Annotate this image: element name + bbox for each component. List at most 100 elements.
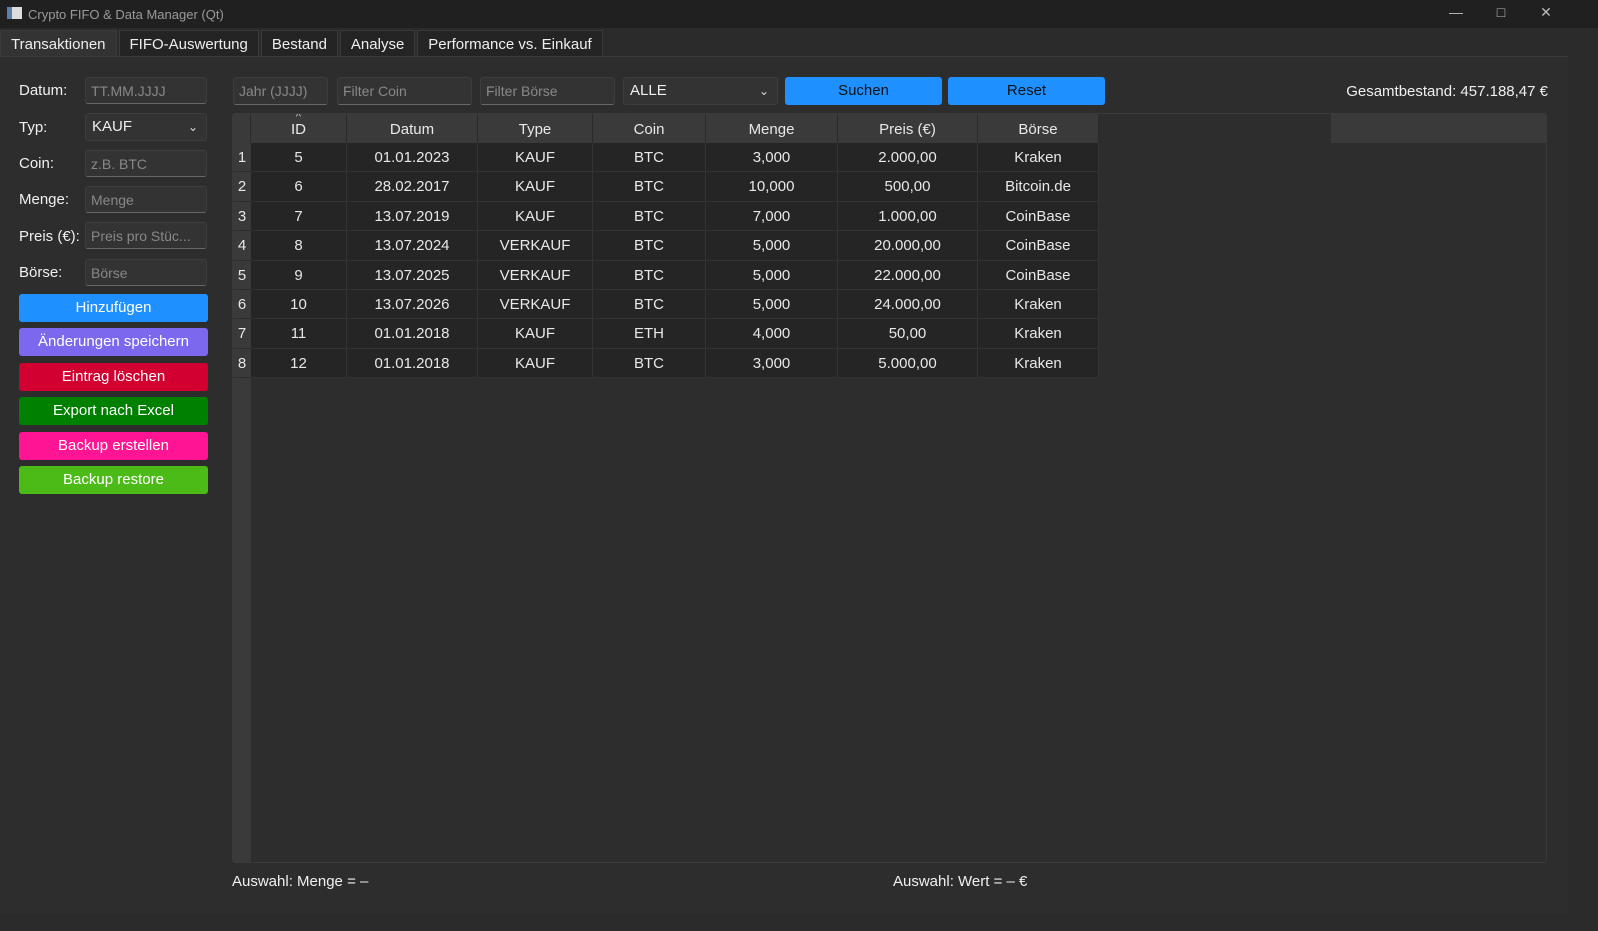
cell-datum[interactable]: 01.01.2018 — [347, 348, 478, 379]
column-header-datum[interactable]: Datum — [347, 114, 478, 143]
cell-preis[interactable]: 1.000,00 — [838, 201, 978, 232]
transactions-table[interactable]: ID ^ Datum Type Coin Menge Preis (€) Börse 1 5 01… — [232, 113, 1547, 863]
row-number[interactable]: 2 — [233, 172, 251, 202]
table-row[interactable]: 5 9 13.07.2025 VERKAUF BTC 5,000 22.000,00 Coin… — [233, 260, 1099, 290]
row-number[interactable]: 1 — [233, 143, 251, 173]
cell-coin[interactable]: BTC — [593, 143, 706, 173]
column-header-menge[interactable]: Menge — [706, 114, 838, 143]
minimize-icon[interactable]: — — [1446, 4, 1466, 24]
row-number[interactable]: 4 — [233, 231, 251, 261]
cell-coin[interactable]: BTC — [593, 231, 706, 261]
row-number[interactable]: 6 — [233, 290, 251, 320]
tab-transaktionen[interactable]: Transaktionen — [0, 30, 117, 57]
cell-menge[interactable]: 7,000 — [706, 201, 838, 232]
cell-menge[interactable]: 5,000 — [706, 231, 838, 261]
cell-coin[interactable]: BTC — [593, 348, 706, 379]
table-row[interactable]: 6 10 13.07.2026 VERKAUF BTC 5,000 24.000,00 Kra… — [233, 290, 1099, 320]
cell-coin[interactable]: BTC — [593, 201, 706, 232]
cell-preis[interactable]: 20.000,00 — [838, 231, 978, 261]
type-filter-select[interactable]: ALLE ⌄ — [623, 77, 778, 105]
cell-coin[interactable]: BTC — [593, 172, 706, 202]
table-row[interactable]: 1 5 01.01.2023 KAUF BTC 3,000 2.000,00 Kraken — [233, 143, 1099, 173]
boerse-input[interactable]: Börse — [85, 259, 207, 286]
cell-preis[interactable]: 24.000,00 — [838, 290, 978, 320]
table-row[interactable]: 3 7 13.07.2019 KAUF BTC 7,000 1.000,00 CoinBase — [233, 201, 1099, 232]
coin-input[interactable]: z.B. BTC — [85, 150, 207, 177]
cell-id[interactable]: 6 — [251, 172, 347, 202]
cell-id[interactable]: 11 — [251, 319, 347, 349]
row-number[interactable]: 5 — [233, 260, 251, 290]
table-row[interactable]: 4 8 13.07.2024 VERKAUF BTC 5,000 20.000,00 Coin… — [233, 231, 1099, 261]
cell-datum[interactable]: 01.01.2018 — [347, 319, 478, 349]
datum-input[interactable]: TT.MM.JJJJ — [85, 77, 207, 104]
cell-boerse[interactable]: Kraken — [978, 319, 1099, 349]
cell-type[interactable]: VERKAUF — [478, 290, 593, 320]
row-number[interactable]: 3 — [233, 201, 251, 232]
cell-menge[interactable]: 4,000 — [706, 319, 838, 349]
table-row[interactable]: 7 11 01.01.2018 KAUF ETH 4,000 50,00 Kraken — [233, 319, 1099, 349]
cell-type[interactable]: VERKAUF — [478, 260, 593, 290]
add-button[interactable]: Hinzufügen — [19, 294, 208, 322]
backup-restore-button[interactable]: Backup restore — [19, 466, 208, 494]
column-header-preis[interactable]: Preis (€) — [838, 114, 978, 143]
cell-id[interactable]: 10 — [251, 290, 347, 320]
cell-boerse[interactable]: CoinBase — [978, 201, 1099, 232]
cell-boerse[interactable]: Kraken — [978, 348, 1099, 379]
tab-analyse[interactable]: Analyse — [339, 30, 416, 57]
cell-type[interactable]: KAUF — [478, 348, 593, 379]
column-header-coin[interactable]: Coin — [593, 114, 706, 143]
column-header-type[interactable]: Type — [478, 114, 593, 143]
exchange-filter-input[interactable]: Filter Börse — [480, 77, 615, 105]
column-header-boerse[interactable]: Börse — [978, 114, 1099, 143]
cell-preis[interactable]: 2.000,00 — [838, 143, 978, 173]
cell-menge[interactable]: 3,000 — [706, 143, 838, 173]
row-number[interactable]: 7 — [233, 319, 251, 349]
maximize-icon[interactable]: □ — [1491, 4, 1511, 24]
cell-menge[interactable]: 5,000 — [706, 260, 838, 290]
column-header-id[interactable]: ID ^ — [251, 114, 347, 143]
cell-type[interactable]: KAUF — [478, 143, 593, 173]
reset-button[interactable]: Reset — [948, 77, 1105, 105]
typ-select[interactable]: KAUF ⌄ — [85, 113, 207, 141]
row-number[interactable]: 8 — [233, 348, 251, 379]
cell-id[interactable]: 9 — [251, 260, 347, 290]
table-row[interactable]: 2 6 28.02.2017 KAUF BTC 10,000 500,00 Bitcoin.d… — [233, 172, 1099, 202]
cell-menge[interactable]: 10,000 — [706, 172, 838, 202]
cell-datum[interactable]: 13.07.2026 — [347, 290, 478, 320]
preis-input[interactable]: Preis pro Stüc... — [85, 222, 207, 249]
cell-boerse[interactable]: Kraken — [978, 143, 1099, 173]
cell-type[interactable]: KAUF — [478, 201, 593, 232]
cell-id[interactable]: 7 — [251, 201, 347, 232]
coin-filter-input[interactable]: Filter Coin — [337, 77, 472, 105]
save-changes-button[interactable]: Änderungen speichern — [19, 328, 208, 356]
cell-menge[interactable]: 5,000 — [706, 290, 838, 320]
cell-boerse[interactable]: Bitcoin.de — [978, 172, 1099, 202]
tab-bestand[interactable]: Bestand — [260, 30, 338, 57]
cell-preis[interactable]: 5.000,00 — [838, 348, 978, 379]
cell-preis[interactable]: 22.000,00 — [838, 260, 978, 290]
cell-datum[interactable]: 01.01.2023 — [347, 143, 478, 173]
cell-coin[interactable]: ETH — [593, 319, 706, 349]
search-button[interactable]: Suchen — [785, 77, 942, 105]
cell-datum[interactable]: 13.07.2025 — [347, 260, 478, 290]
table-row[interactable]: 8 12 01.01.2018 KAUF BTC 3,000 5.000,00 Kraken — [233, 348, 1099, 379]
tab-fifo-auswertung[interactable]: FIFO-Auswertung — [118, 30, 259, 57]
cell-boerse[interactable]: Kraken — [978, 290, 1099, 320]
cell-id[interactable]: 5 — [251, 143, 347, 173]
close-icon[interactable]: ✕ — [1536, 4, 1556, 24]
cell-preis[interactable]: 500,00 — [838, 172, 978, 202]
cell-coin[interactable]: BTC — [593, 290, 706, 320]
cell-boerse[interactable]: CoinBase — [978, 231, 1099, 261]
corner-button[interactable] — [233, 114, 251, 143]
cell-id[interactable]: 8 — [251, 231, 347, 261]
cell-preis[interactable]: 50,00 — [838, 319, 978, 349]
menge-input[interactable]: Menge — [85, 186, 207, 213]
export-excel-button[interactable]: Export nach Excel — [19, 397, 208, 425]
cell-menge[interactable]: 3,000 — [706, 348, 838, 379]
tab-performance[interactable]: Performance vs. Einkauf — [417, 30, 603, 57]
cell-type[interactable]: VERKAUF — [478, 231, 593, 261]
cell-type[interactable]: KAUF — [478, 172, 593, 202]
cell-datum[interactable]: 28.02.2017 — [347, 172, 478, 202]
cell-type[interactable]: KAUF — [478, 319, 593, 349]
cell-coin[interactable]: BTC — [593, 260, 706, 290]
